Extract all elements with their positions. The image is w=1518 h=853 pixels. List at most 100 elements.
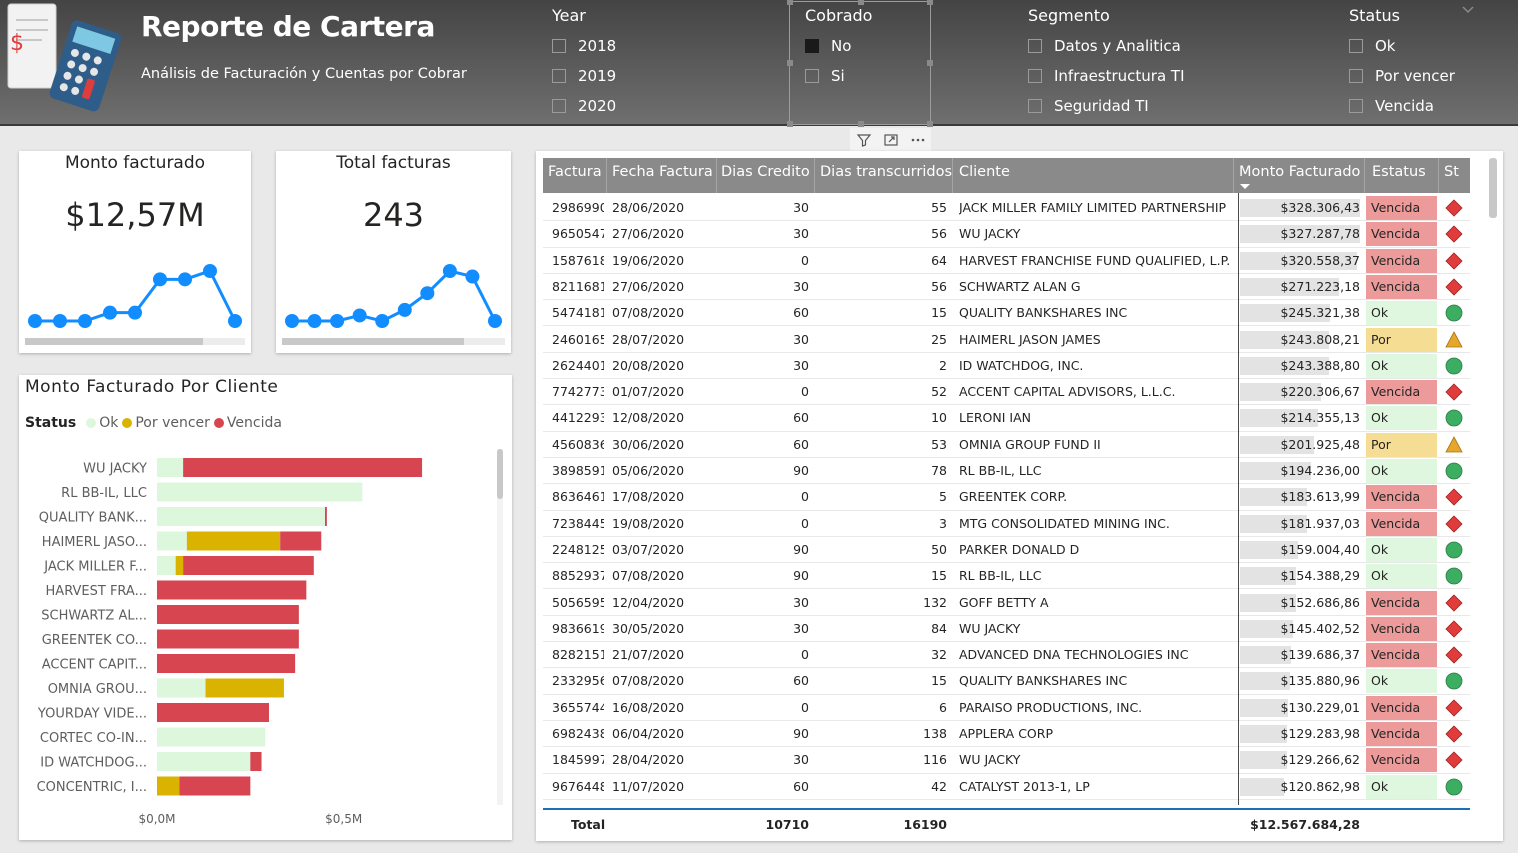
more-options-icon[interactable] <box>910 132 926 148</box>
bar-segment <box>325 507 327 526</box>
cell-dias-credito: 90 <box>793 726 809 741</box>
cell-fecha: 11/07/2020 <box>612 778 685 794</box>
checkbox[interactable] <box>552 99 566 113</box>
kpi-scrollbar[interactable] <box>282 338 505 345</box>
cell-dias-transcurridos: 2 <box>939 357 947 373</box>
table-row[interactable]: 4412293 12/08/2020 60 10 LERONI IAN $214.355,… <box>543 405 1470 432</box>
cell-fecha: 20/08/2020 <box>612 357 685 373</box>
checkbox[interactable] <box>1349 39 1363 53</box>
slicer-option-2020[interactable]: 2020 <box>552 91 616 121</box>
calculator-invoice-logo: $ <box>7 3 122 112</box>
option-label: 2018 <box>578 37 617 55</box>
cell-fecha: 06/04/2020 <box>612 726 685 741</box>
checkbox[interactable] <box>805 69 819 83</box>
x-tick-label: $0,0M <box>138 812 175 826</box>
cell-dias-credito: 30 <box>793 357 809 373</box>
table-row[interactable]: 9650547 27/06/2020 30 56 WU JACKY $327.287,78… <box>543 221 1470 248</box>
bar-chart-card[interactable]: Monto Facturado Por Cliente Status Ok Po… <box>19 375 512 840</box>
bar-segment <box>280 531 322 551</box>
col-header-factura[interactable]: Factura <box>543 158 602 193</box>
checkbox[interactable] <box>552 69 566 83</box>
cell-estatus: Vencida <box>1366 643 1437 668</box>
table-row[interactable]: 2986990 28/06/2020 30 55 JACK MILLER FAMILY … <box>543 195 1470 222</box>
table-total-row: Total 10710 16190 $12.567.684,28 <box>543 808 1470 838</box>
cell-monto: $145.402,52 <box>1280 620 1360 636</box>
focus-mode-icon[interactable] <box>883 132 899 148</box>
table-row[interactable]: 3898591 05/06/2020 90 78 RL BB-IL, LLC $194.2… <box>543 458 1470 485</box>
table-row[interactable]: 4560836 30/06/2020 60 53 OMNIA GROUP FUND II… <box>543 432 1470 476</box>
slicer-option-datos[interactable]: Datos y Analitica <box>1028 31 1185 61</box>
table-row[interactable]: 9836619 30/05/2020 30 84 WU JACKY $145.402,52… <box>543 616 1470 643</box>
table-row[interactable]: 6982438 06/04/2020 90 138 APPLERA CORP $129.2… <box>543 721 1470 748</box>
checkbox[interactable] <box>1028 39 1042 53</box>
slicer-option-no[interactable]: No <box>805 31 872 61</box>
table-row[interactable]: 8282151 21/07/2020 0 32 ADVANCED DNA TECHNOL… <box>543 642 1470 669</box>
col-header-fecha[interactable]: Fecha Factura <box>607 158 713 193</box>
category-label: ACCENT CAPIT... <box>42 658 147 673</box>
cell-dias-credito: 30 <box>793 752 809 768</box>
table-row[interactable]: 3655744 16/08/2020 0 6 PARAISO PRODUCTIONS, … <box>543 695 1470 721</box>
cell-fecha: 07/08/2020 <box>612 305 685 321</box>
bar-segment <box>183 556 314 575</box>
slicer-option-ok[interactable]: Ok <box>1349 31 1455 61</box>
kpi-card-monto-facturado[interactable]: Monto facturado $12,57M <box>19 151 251 353</box>
table-row[interactable]: 8636461 17/08/2020 0 5 GREENTEK CORP. $183.61… <box>543 484 1470 511</box>
chevron-down-icon[interactable] <box>1462 6 1474 14</box>
kpi-scrollbar[interactable] <box>25 338 245 345</box>
col-header-dias-transcurridos[interactable]: Dias transcurridos <box>815 158 952 193</box>
cell-factura: 5056595 <box>552 594 604 610</box>
slicer-option-infra[interactable]: Infraestructura TI <box>1028 61 1185 91</box>
cell-factura: 5474181 <box>552 305 604 321</box>
filter-icon[interactable] <box>856 132 872 148</box>
table-row[interactable]: 7742773 01/07/2020 0 52 ACCENT CAPITAL ADVIS… <box>543 379 1470 406</box>
table-row[interactable]: 8211681 27/06/2020 30 56 SCHWARTZ ALAN G $271… <box>543 274 1470 301</box>
table-row[interactable]: 7238445 19/08/2020 0 3 MTG CONSOLIDATED MINI… <box>543 511 1470 537</box>
total-label: Total <box>571 817 606 832</box>
kpi-card-total-facturas[interactable]: Total facturas 243 <box>276 151 511 353</box>
cell-cliente: ACCENT CAPITAL ADVISORS, L.L.C. <box>959 384 1176 400</box>
col-header-cliente[interactable]: Cliente <box>954 158 1010 193</box>
slicer-option-si[interactable]: Si <box>805 61 872 91</box>
sort-descending-icon[interactable] <box>1239 183 1251 191</box>
col-header-monto[interactable]: Monto Facturado <box>1234 158 1360 193</box>
table-row[interactable]: 1845997 28/04/2020 30 116 WU JACKY $129.266,6… <box>543 747 1470 774</box>
bar-segment <box>157 458 184 477</box>
category-label: ID WATCHDOG... <box>40 756 147 771</box>
option-label: Datos y Analitica <box>1054 37 1181 55</box>
checkbox-checked[interactable] <box>805 39 819 53</box>
cell-cliente: WU JACKY <box>959 752 1021 768</box>
chart-scrollbar[interactable] <box>497 449 503 805</box>
col-header-estatus[interactable]: Estatus <box>1367 158 1426 193</box>
total-dias-credito: 10710 <box>765 817 810 832</box>
table-row[interactable]: 2624401 20/08/2020 30 2 ID WATCHDOG, INC. $24… <box>543 353 1470 380</box>
slicer-option-2018[interactable]: 2018 <box>552 31 616 61</box>
checkbox[interactable] <box>1349 99 1363 113</box>
cell-dias-transcurridos: 32 <box>931 647 947 663</box>
table-row[interactable]: 9676448 11/07/2020 60 42 CATALYST 2013-1, LP… <box>543 774 1470 800</box>
checkbox[interactable] <box>1349 69 1363 83</box>
table-scrollbar[interactable] <box>1489 158 1497 218</box>
table-row[interactable]: 2332956 07/08/2020 60 15 QUALITY BANKSHARES … <box>543 668 1470 695</box>
checkbox[interactable] <box>552 39 566 53</box>
slicer-option-vencida[interactable]: Vencida <box>1349 91 1455 121</box>
table-row[interactable]: 5056595 12/04/2020 30 132 GOFF BETTY A $152.6… <box>543 590 1470 616</box>
slicer-option-2019[interactable]: 2019 <box>552 61 616 91</box>
table-row[interactable]: 5474181 07/08/2020 60 15 QUALITY BANKSHARES … <box>543 300 1470 327</box>
cell-cliente: ADVANCED DNA TECHNOLOGIES INC <box>959 647 1189 663</box>
table-row[interactable]: 2460165 28/07/2020 30 25 HAIMERL JASON JAMES… <box>543 327 1470 371</box>
table-row[interactable]: 1587618 19/06/2020 0 64 HARVEST FRANCHISE FU… <box>543 248 1470 274</box>
col-header-st[interactable]: St <box>1439 158 1459 193</box>
table-row[interactable]: 2248125 03/07/2020 90 50 PARKER DONALD D $159… <box>543 537 1470 564</box>
cell-fecha: 07/08/2020 <box>612 673 685 689</box>
cell-monto: $129.283,98 <box>1280 726 1360 741</box>
checkbox[interactable] <box>1028 69 1042 83</box>
cell-monto: $327.287,78 <box>1280 226 1360 242</box>
col-header-dias-credito[interactable]: Dias Credito <box>716 158 810 193</box>
table-row[interactable]: 8852937 07/08/2020 90 15 RL BB-IL, LLC $154.3… <box>543 563 1470 590</box>
slicer-option-por-vencer[interactable]: Por vencer <box>1349 61 1455 91</box>
cell-estatus: Ok <box>1366 301 1437 326</box>
cell-cliente: HAIMERL JASON JAMES <box>959 331 1101 347</box>
green-circle-icon <box>1445 672 1463 690</box>
checkbox[interactable] <box>1028 99 1042 113</box>
slicer-option-seguridad[interactable]: Seguridad TI <box>1028 91 1185 121</box>
